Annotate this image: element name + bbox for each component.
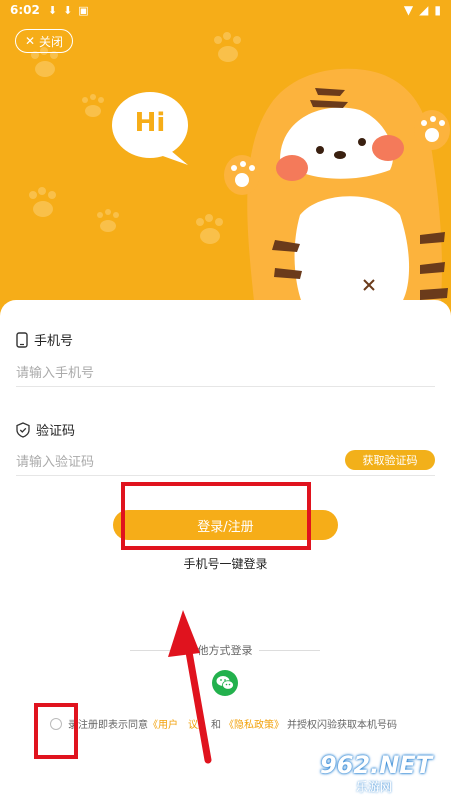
watermark-text: 962.NET	[320, 751, 433, 779]
agreement-suffix: 并授权闪验获取本机号码	[287, 720, 397, 731]
close-icon: ✕	[24, 34, 36, 48]
close-button[interactable]: ✕ 关闭	[15, 29, 73, 53]
code-input-placeholder: 请输入验证码	[16, 455, 95, 470]
hi-bubble-text: Hi	[134, 108, 166, 138]
download-icon: ⬇	[47, 3, 58, 17]
battery-icon: ▮	[434, 3, 441, 17]
privacy-policy-link[interactable]: 《隐私政策》	[224, 716, 284, 731]
get-code-button[interactable]: 获取验证码	[345, 450, 435, 470]
site-watermark: 962.NET 乐游网	[320, 752, 448, 796]
one-click-login-link[interactable]: 手机号一键登录	[0, 555, 451, 572]
status-bar: 6:02 ⬇ ⬇ ▣ ▼ ◢ ▮	[0, 0, 451, 20]
signal-icon: ◢	[419, 3, 429, 17]
phone-label-row: 手机号	[16, 330, 73, 349]
tiger	[224, 68, 450, 310]
shield-icon	[16, 421, 30, 438]
annotation-highlight-radio	[34, 703, 78, 759]
phone-input[interactable]: 请输入手机号	[16, 357, 435, 387]
notification-icon: ▣	[78, 3, 89, 17]
agreement-prefix: 录注册即表示同意	[68, 720, 148, 731]
code-label: 验证码	[36, 424, 76, 439]
phone-icon	[16, 331, 28, 348]
phone-label: 手机号	[34, 334, 74, 349]
download-icon: ⬇	[63, 3, 73, 17]
close-label: 关闭	[39, 34, 64, 49]
divider-line	[258, 649, 320, 651]
phone-input-placeholder: 请输入手机号	[16, 366, 95, 381]
agreement-row: 录注册即表示同意 《用户 议》 和 《隐私政策》 并授权闪验获取本机号码	[50, 716, 440, 731]
wifi-icon: ▼	[403, 3, 414, 17]
annotation-arrow	[168, 610, 212, 764]
annotation-highlight-login	[121, 482, 311, 550]
code-label-row: 验证码	[16, 420, 75, 439]
watermark-sub: 乐游网	[356, 780, 393, 794]
status-time: 6:02	[10, 3, 40, 17]
